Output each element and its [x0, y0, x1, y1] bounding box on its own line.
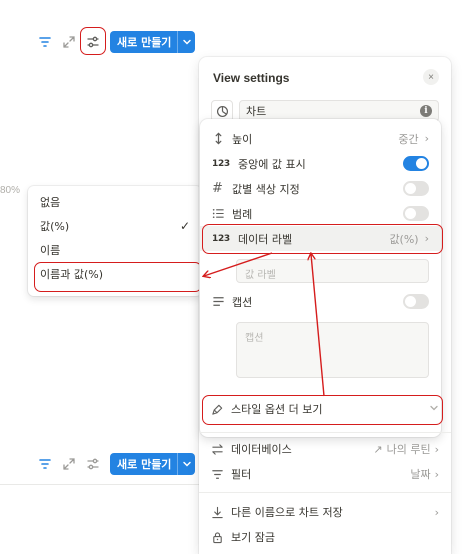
database-value-text: 나의 루틴: [386, 443, 431, 456]
number-123-icon: 123: [212, 233, 230, 244]
submenu-item-label: 값(%): [40, 220, 70, 233]
caption-row: 캡션: [200, 289, 441, 314]
submenu-item-value-percent[interactable]: 값(%) ✓: [28, 214, 202, 238]
submenu-item-label: 이름과 값(%): [40, 268, 104, 281]
filter-label: 필터: [231, 468, 252, 481]
lock-view-label: 보기 잠금: [231, 531, 275, 544]
center-value-label: 중앙에 값 표시: [238, 157, 306, 171]
caption-lines-icon: [212, 295, 232, 308]
new-button[interactable]: 새로 만들기: [110, 31, 196, 53]
swap-arrows-icon: [211, 443, 231, 456]
color-by-value-label: 값별 색상 지정: [232, 182, 300, 196]
lock-view-row[interactable]: 보기 잠금: [199, 525, 451, 549]
chart-options-card: 높이 중간 › 123 중앙에 값 표시 # 값별 색상 지정 범례 123 데: [200, 119, 441, 437]
expand-icon[interactable]: [62, 35, 76, 49]
list-icon: [212, 207, 232, 220]
arrow-up-right-icon: ↗: [373, 442, 383, 456]
save-as-label: 다른 이름으로 차트 저장: [231, 506, 343, 519]
chevron-down-icon[interactable]: [177, 31, 195, 53]
data-labels-value-text: 값(%): [389, 232, 419, 246]
more-style-options-label: 스타일 옵션 더 보기: [231, 403, 323, 416]
filter-icon[interactable]: [38, 457, 52, 471]
checkmark-icon: ✓: [179, 219, 190, 233]
download-icon: [211, 506, 231, 519]
filter-icon[interactable]: [38, 35, 52, 49]
value-label-input[interactable]: 값 라벨: [236, 259, 429, 283]
database-value: ↗ 나의 루틴 ›: [373, 441, 439, 457]
new-button-label: 새로 만들기: [117, 36, 172, 49]
chevron-right-icon: ›: [434, 442, 439, 456]
chevron-right-icon: ›: [434, 467, 439, 481]
legend-toggle[interactable]: [403, 206, 429, 221]
database-label: 데이터베이스: [231, 443, 292, 456]
chevron-down-icon: [429, 403, 439, 416]
data-labels-row[interactable]: 123 데이터 라벨 값(%) ›: [200, 226, 441, 251]
divider: [199, 432, 451, 433]
close-icon[interactable]: ×: [423, 69, 439, 85]
divider: [199, 492, 451, 493]
caption-label: 캡션: [232, 295, 253, 309]
value-label-placeholder: 값 라벨: [245, 270, 276, 281]
color-by-value-toggle[interactable]: [403, 181, 429, 196]
height-value-text: 중간: [398, 132, 419, 146]
database-row[interactable]: 데이터베이스 ↗ 나의 루틴 ›: [199, 437, 451, 461]
height-label: 높이: [232, 132, 253, 146]
caption-placeholder: 캡션: [245, 333, 264, 344]
save-as-row[interactable]: 다른 이름으로 차트 저장 ›: [199, 500, 451, 524]
chevron-right-icon: ›: [424, 232, 429, 245]
legend-row: 범례: [200, 201, 441, 226]
legend-label: 범례: [232, 207, 253, 221]
settings-sliders-icon[interactable]: [86, 457, 100, 471]
height-arrows-icon: [212, 132, 232, 145]
height-value: 중간 ›: [398, 131, 429, 147]
filter-value-text: 날짜: [410, 468, 431, 481]
panel-title: View settings: [213, 71, 290, 85]
more-style-options-row[interactable]: 스타일 옵션 더 보기: [199, 397, 451, 421]
submenu-item-none[interactable]: 없음: [28, 190, 202, 214]
info-icon[interactable]: i: [420, 105, 432, 117]
paint-brush-icon: [211, 403, 231, 416]
center-value-toggle[interactable]: [403, 156, 429, 171]
color-by-value-row: # 값별 색상 지정: [200, 176, 441, 201]
data-labels-value: 값(%) ›: [389, 231, 429, 247]
submenu-item-label: 없음: [40, 196, 61, 209]
chart-name-value: 차트: [246, 105, 267, 118]
view-toolbar-top: 새로 만들기: [38, 31, 196, 53]
submenu-item-name[interactable]: 이름: [28, 238, 202, 262]
lock-icon: [211, 531, 231, 544]
filter-icon: [211, 468, 231, 481]
new-button[interactable]: 새로 만들기: [110, 453, 196, 475]
center-value-row: 123 중앙에 값 표시: [200, 151, 441, 176]
divider: [0, 484, 200, 485]
new-button-label: 새로 만들기: [117, 458, 172, 471]
filter-value: 날짜 ›: [410, 466, 439, 482]
data-label-submenu: 없음 값(%) ✓ 이름 이름과 값(%): [28, 186, 202, 296]
data-labels-label: 데이터 라벨: [238, 232, 293, 246]
expand-icon[interactable]: [62, 457, 76, 471]
submenu-item-label: 이름: [40, 244, 61, 257]
hash-icon: #: [212, 181, 223, 196]
chevron-right-icon: ›: [434, 505, 439, 519]
height-row[interactable]: 높이 중간 ›: [200, 126, 441, 151]
submenu-item-name-and-value[interactable]: 이름과 값(%): [28, 262, 202, 286]
axis-label: 80%: [0, 185, 21, 196]
caption-toggle[interactable]: [403, 294, 429, 309]
filter-row[interactable]: 필터 날짜 ›: [199, 462, 451, 486]
settings-sliders-icon[interactable]: [86, 35, 100, 49]
chevron-right-icon: ›: [424, 132, 429, 145]
number-123-icon: 123: [212, 158, 230, 169]
view-settings-panel: View settings × 차트 i 높이 중간 › 123 중앙에 값 표…: [199, 57, 451, 554]
chevron-down-icon[interactable]: [177, 453, 195, 475]
caption-input[interactable]: 캡션: [236, 322, 429, 378]
view-toolbar-bottom: 새로 만들기: [38, 453, 196, 475]
